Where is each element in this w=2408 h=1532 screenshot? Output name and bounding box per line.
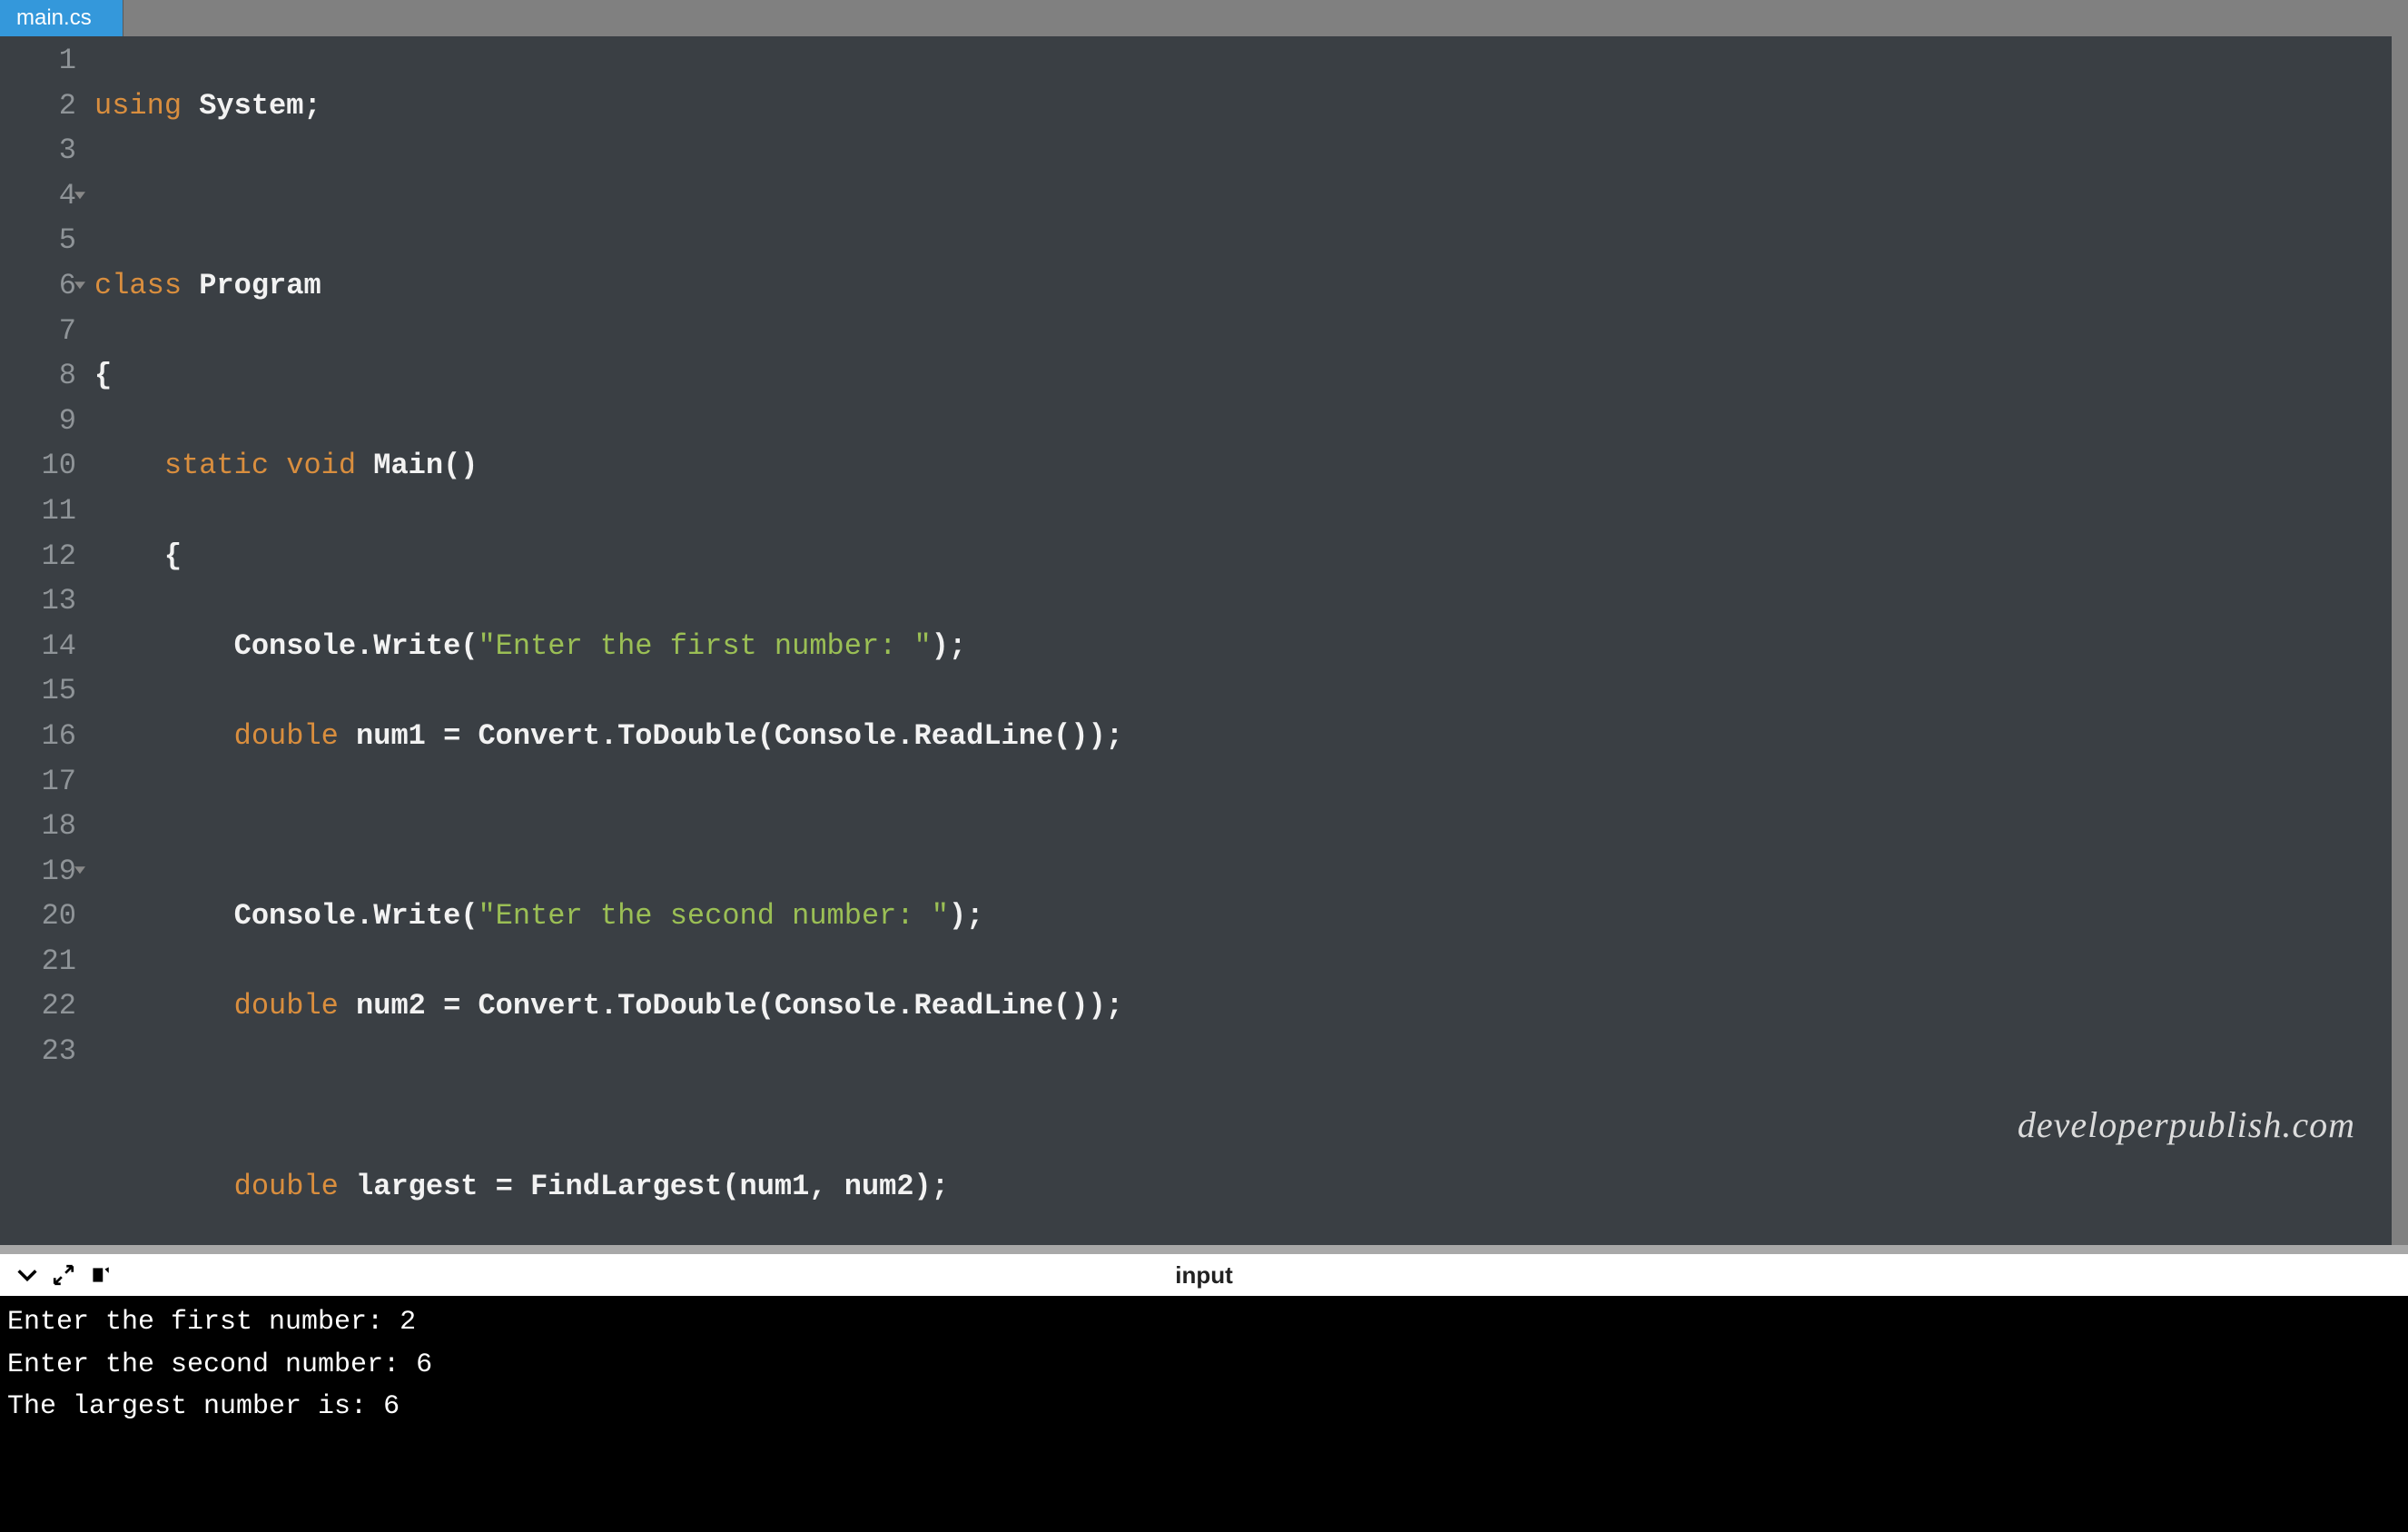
line-number: 18: [9, 804, 76, 849]
line-number: 22: [9, 983, 76, 1029]
code-area[interactable]: using System; class Program { static voi…: [87, 36, 2392, 1245]
chevron-down-icon[interactable]: [9, 1257, 45, 1293]
line-number: 17: [9, 759, 76, 805]
code-line: [94, 804, 2392, 849]
stop-icon[interactable]: [82, 1257, 118, 1293]
line-number: 10: [9, 443, 76, 489]
line-number: 6: [9, 263, 76, 309]
line-number: 23: [9, 1029, 76, 1074]
line-number: 9: [9, 399, 76, 444]
line-number: 11: [9, 489, 76, 534]
code-line: class Program: [94, 263, 2392, 309]
line-number: 8: [9, 353, 76, 399]
code-line: double num2 = Convert.ToDouble(Console.R…: [94, 983, 2392, 1029]
line-number: 4: [9, 173, 76, 219]
line-number-gutter: 1234567891011121314151617181920212223: [0, 36, 87, 1245]
code-line: static void Main(): [94, 443, 2392, 489]
line-number: 14: [9, 624, 76, 669]
line-number: 1: [9, 38, 76, 84]
tab-main-cs[interactable]: main.cs: [0, 0, 123, 36]
code-line: {: [94, 353, 2392, 399]
editor-pane: 1234567891011121314151617181920212223 us…: [0, 36, 2408, 1245]
code-line: [94, 1074, 2392, 1120]
line-number: 19: [9, 849, 76, 894]
line-number: 20: [9, 894, 76, 939]
line-number: 13: [9, 578, 76, 624]
tab-label: main.cs: [16, 5, 92, 31]
code-line: Console.Write("Enter the second number: …: [94, 894, 2392, 939]
code-line: Console.Write("Enter the first number: "…: [94, 624, 2392, 669]
console-output[interactable]: Enter the first number: 2 Enter the seco…: [0, 1296, 2408, 1532]
line-number: 5: [9, 218, 76, 263]
line-number: 21: [9, 939, 76, 984]
line-number: 16: [9, 714, 76, 759]
code-line: [94, 173, 2392, 219]
pane-splitter[interactable]: [0, 1245, 2408, 1254]
line-number: 3: [9, 128, 76, 173]
code-line: double num1 = Convert.ToDouble(Console.R…: [94, 714, 2392, 759]
console-toolbar: input: [0, 1254, 2408, 1296]
line-number: 12: [9, 534, 76, 579]
input-label: input: [1175, 1261, 1233, 1290]
tab-bar: main.cs: [0, 0, 2408, 36]
line-number: 7: [9, 309, 76, 354]
line-number: 2: [9, 84, 76, 129]
code-line: double largest = FindLargest(num1, num2)…: [94, 1164, 2392, 1210]
line-number: 15: [9, 668, 76, 714]
expand-icon[interactable]: [45, 1257, 82, 1293]
code-line: {: [94, 534, 2392, 579]
code-line: using System;: [94, 84, 2392, 129]
